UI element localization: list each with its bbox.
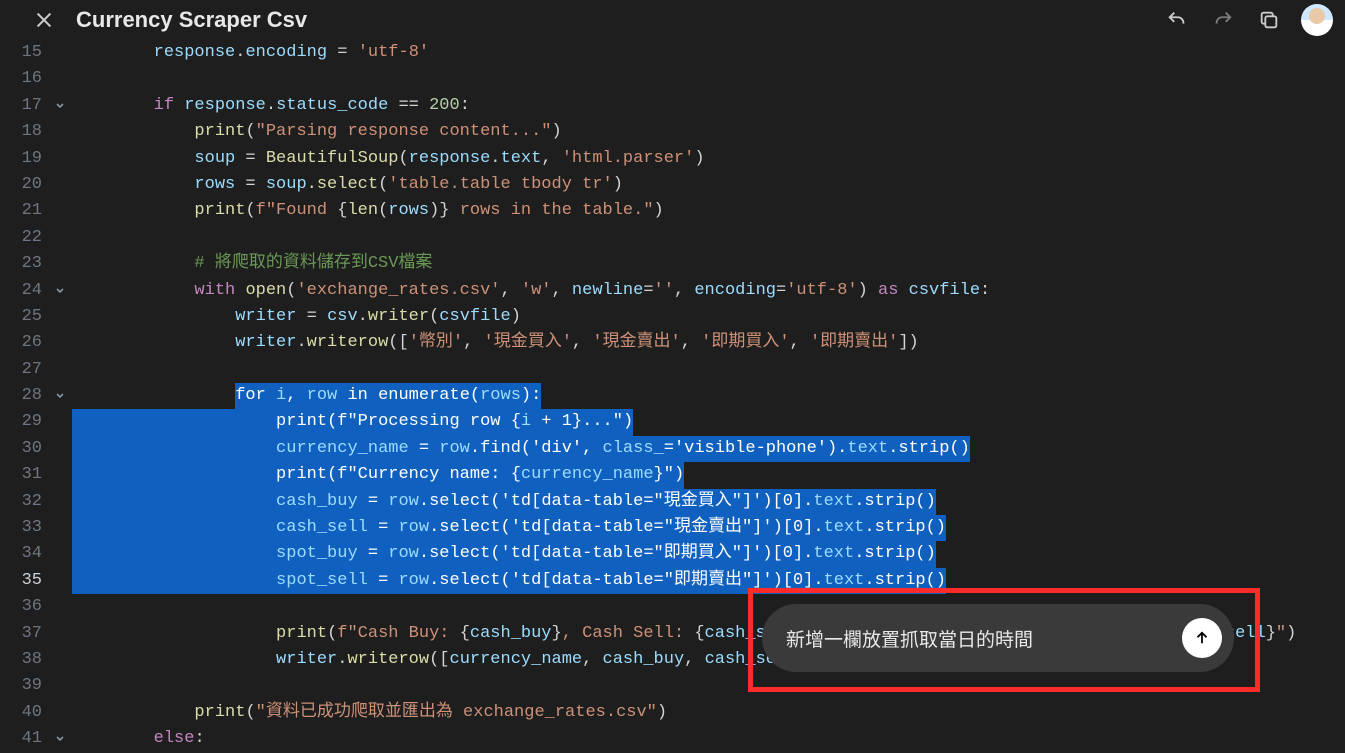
code-line[interactable]: spot_buy = row.select('td[data-table="即期…	[72, 541, 1345, 567]
code-line[interactable]: rows = soup.select('table.table tbody tr…	[72, 172, 1345, 198]
code-line[interactable]: # 將爬取的資料儲存到CSV檔案	[72, 251, 1345, 277]
code-line[interactable]	[72, 225, 1345, 251]
code-line[interactable]: print(f"Processing row {i + 1}...")	[72, 409, 1345, 435]
code-line[interactable]: spot_sell = row.select('td[data-table="即…	[72, 568, 1345, 594]
editor-header: Currency Scraper Csv	[0, 0, 1345, 40]
code-line[interactable]: cash_sell = row.select('td[data-table="現…	[72, 515, 1345, 541]
copy-icon[interactable]	[1255, 6, 1283, 34]
code-line[interactable]: writer.writerow(['幣別', '現金買入', '現金賣出', '…	[72, 330, 1345, 356]
redo-icon[interactable]	[1209, 6, 1237, 34]
code-line[interactable]	[72, 673, 1345, 699]
code-line[interactable]: with open('exchange_rates.csv', 'w', new…	[72, 278, 1345, 304]
code-line[interactable]: if response.status_code == 200:	[72, 93, 1345, 119]
code-line[interactable]: cash_buy = row.select('td[data-table="現金…	[72, 489, 1345, 515]
send-button[interactable]	[1182, 618, 1222, 658]
code-line[interactable]	[72, 66, 1345, 92]
fold-gutter[interactable]	[48, 40, 72, 749]
code-line[interactable]: writer = csv.writer(csvfile)	[72, 304, 1345, 330]
code-line[interactable]	[72, 357, 1345, 383]
undo-icon[interactable]	[1163, 6, 1191, 34]
code-line[interactable]: for i, row in enumerate(rows):	[72, 383, 1345, 409]
code-line[interactable]: print("Parsing response content...")	[72, 119, 1345, 145]
code-line[interactable]: print("資料已成功爬取並匯出為 exchange_rates.csv")	[72, 700, 1345, 726]
close-icon[interactable]	[30, 6, 58, 34]
chat-input-text[interactable]: 新增一欄放置抓取當日的時間	[786, 625, 1182, 652]
code-line[interactable]: soup = BeautifulSoup(response.text, 'htm…	[72, 146, 1345, 172]
code-line[interactable]: print(f"Found {len(rows)} rows in the ta…	[72, 198, 1345, 224]
avatar[interactable]	[1301, 4, 1333, 36]
code-line[interactable]: print(f"Currency name: {currency_name}")	[72, 462, 1345, 488]
line-number-gutter: 1516171819202122232425262728293031323334…	[0, 40, 48, 749]
code-line[interactable]: currency_name = row.find('div', class_='…	[72, 436, 1345, 462]
code-line[interactable]: response.encoding = 'utf-8'	[72, 40, 1345, 66]
chat-input-box[interactable]: 新增一欄放置抓取當日的時間	[762, 604, 1234, 672]
file-title: Currency Scraper Csv	[76, 7, 1145, 33]
